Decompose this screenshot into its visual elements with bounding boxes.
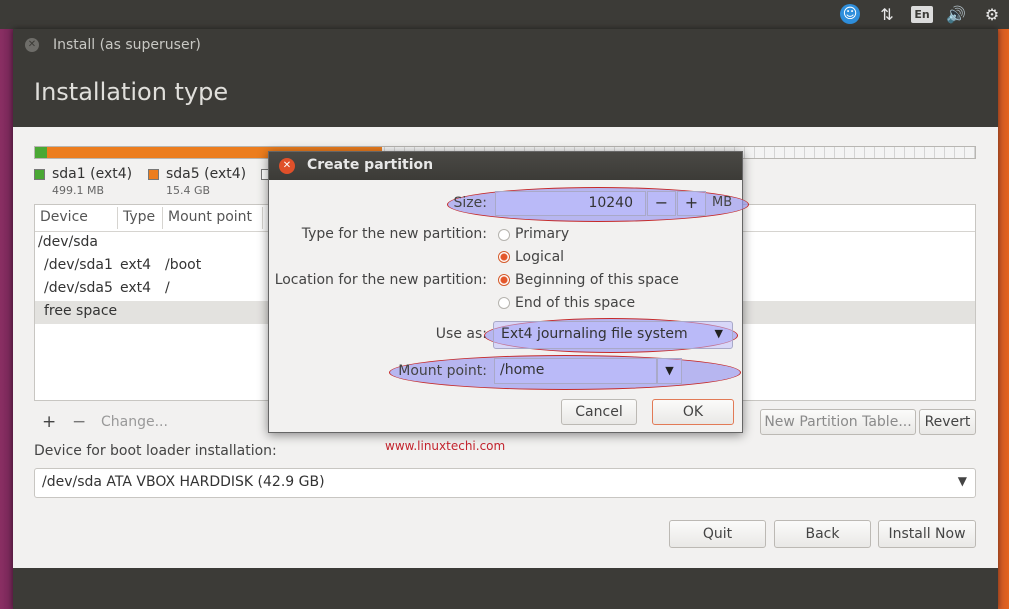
close-icon[interactable]: ✕	[279, 158, 295, 174]
dialog-titlebar: ✕ Create partition	[269, 152, 742, 180]
radio-label-logical: Logical	[515, 249, 565, 265]
column-header-type[interactable]: Type	[123, 209, 155, 225]
cell-device: free space	[44, 303, 118, 319]
ok-button[interactable]: OK	[652, 399, 734, 425]
cell-device: /dev/sda1	[44, 257, 113, 273]
language-indicator[interactable]: En	[911, 6, 933, 23]
dialog-title: Create partition	[307, 157, 434, 173]
use-as-select[interactable]: Ext4 journaling file system ▼	[493, 321, 733, 349]
cell-type: ext4	[120, 280, 152, 296]
bootloader-label: Device for boot loader installation:	[34, 443, 277, 459]
volume-icon[interactable]: 🔊	[944, 4, 968, 25]
chevron-down-icon[interactable]: ▼	[657, 358, 682, 384]
cell-mount: /	[165, 280, 170, 296]
change-partition-button[interactable]: Change...	[101, 414, 168, 430]
size-unit: MB	[712, 195, 733, 210]
back-button[interactable]: Back	[774, 520, 871, 548]
settings-gear-icon[interactable]: ⚙	[981, 4, 1003, 25]
create-partition-dialog: ✕ Create partition Size: 10240 − + MB Ty…	[268, 151, 749, 433]
cell-device: /dev/sda5	[44, 280, 113, 296]
radio-label-beginning: Beginning of this space	[515, 272, 679, 288]
cell-type: ext4	[120, 257, 152, 273]
cell-mount: /boot	[165, 257, 202, 273]
network-icon[interactable]: ⇅	[876, 4, 898, 25]
radio-primary[interactable]	[498, 229, 510, 241]
legend-swatch	[148, 169, 159, 180]
radio-end[interactable]	[498, 297, 510, 309]
window-titlebar: ✕ Install (as superuser) Installation ty…	[13, 29, 998, 127]
size-decrement-button[interactable]: −	[647, 191, 676, 216]
cancel-button[interactable]: Cancel	[561, 399, 637, 425]
legend-name: sda1 (ext4)	[52, 166, 133, 182]
radio-label-end: End of this space	[515, 295, 636, 311]
partition-type-label: Type for the new partition:	[301, 226, 487, 242]
quit-button[interactable]: Quit	[669, 520, 766, 548]
bootloader-value: /dev/sda ATA VBOX HARDDISK (42.9 GB)	[42, 474, 325, 490]
install-now-button[interactable]: Install Now	[878, 520, 976, 548]
size-increment-button[interactable]: +	[677, 191, 706, 216]
size-value: 10240	[588, 195, 633, 211]
accessibility-icon[interactable]: ☺	[840, 4, 862, 25]
use-as-label: Use as:	[435, 326, 487, 342]
page-title: Installation type	[34, 78, 229, 106]
add-partition-button[interactable]: +	[42, 412, 56, 432]
mount-point-label: Mount point:	[398, 363, 487, 379]
legend-name: sda5 (ext4)	[166, 166, 247, 182]
legend-swatch	[34, 169, 45, 180]
close-icon[interactable]: ✕	[25, 38, 39, 52]
column-header-mount[interactable]: Mount point	[168, 209, 252, 225]
radio-logical[interactable]	[498, 251, 510, 263]
revert-button[interactable]: Revert	[919, 409, 976, 435]
legend-size: 499.1 MB	[52, 184, 105, 197]
watermark-text: www.linuxtechi.com	[385, 439, 506, 453]
partition-location-label: Location for the new partition:	[274, 272, 487, 288]
radio-beginning[interactable]	[498, 274, 510, 286]
size-input[interactable]: 10240	[495, 191, 646, 216]
chevron-down-icon: ▼	[714, 327, 723, 340]
use-as-value: Ext4 journaling file system	[501, 326, 688, 342]
top-panel: ☺ ⇅ En 🔊 ⚙	[0, 0, 1009, 29]
new-partition-table-button[interactable]: New Partition Table...	[760, 409, 916, 435]
size-label: Size:	[453, 195, 487, 211]
mount-point-input[interactable]: /home	[494, 358, 657, 384]
window-title: Install (as superuser)	[53, 37, 201, 53]
chevron-down-icon: ▼	[957, 474, 967, 488]
mount-point-value: /home	[500, 362, 545, 378]
window-footer	[13, 568, 998, 609]
cell-device: /dev/sda	[38, 234, 98, 250]
remove-partition-button[interactable]: −	[72, 412, 86, 432]
column-header-device[interactable]: Device	[40, 209, 88, 225]
legend-size: 15.4 GB	[166, 184, 211, 197]
partition-segment-sda1	[35, 147, 47, 158]
radio-label-primary: Primary	[515, 226, 570, 242]
bootloader-select[interactable]: /dev/sda ATA VBOX HARDDISK (42.9 GB) ▼	[34, 468, 976, 498]
